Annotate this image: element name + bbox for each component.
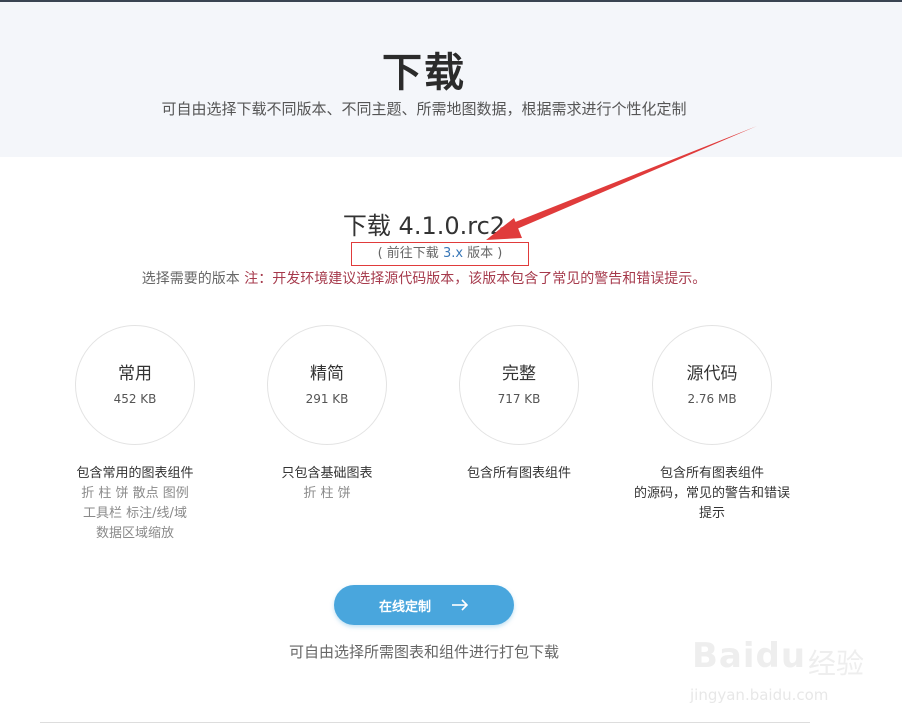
arrow-right-icon bbox=[452, 599, 469, 611]
version-title: 下载 4.1.0.rc2 bbox=[342, 212, 506, 240]
package-circle[interactable]: 常用 452 KB bbox=[75, 325, 195, 445]
bottom-divider bbox=[40, 722, 810, 723]
customize-button-label: 在线定制 bbox=[378, 599, 431, 615]
previous-version-link[interactable]: ( 前往下载 3.x 版本 ) bbox=[351, 242, 529, 266]
package-name: 完整 bbox=[502, 363, 536, 384]
package-desc-main: 包含所有图表组件 的源码，常见的警告和错误 提示 bbox=[633, 466, 790, 521]
package-name: 常用 bbox=[118, 363, 152, 384]
package-description: 只包含基础图表 折 柱 饼 bbox=[247, 464, 407, 504]
hero-banner: 下载 可自由选择下载不同版本、不同主题、所需地图数据，根据需求进行个性化定制 bbox=[0, 2, 902, 157]
watermark-logo: Baidu bbox=[692, 636, 807, 676]
package-description: 包含所有图表组件 的源码，常见的警告和错误 提示 bbox=[632, 464, 792, 524]
package-desc-sub: 折 柱 饼 bbox=[303, 486, 351, 501]
package-description: 包含常用的图表组件 折 柱 饼 散点 图例 工具栏 标注/线/域 数据区域缩放 bbox=[55, 464, 215, 544]
package-size: 717 KB bbox=[497, 391, 541, 406]
note-prefix: 选择需要的版本 bbox=[141, 271, 240, 287]
package-desc-main: 包含所有图表组件 bbox=[466, 466, 571, 481]
package-desc-sub: 工具栏 标注/线/域 bbox=[83, 506, 187, 521]
note-warning: 注：开发环境建议选择源代码版本，该版本包含了常见的警告和错误提示。 bbox=[239, 271, 707, 287]
watermark-url: jingyan.baidu.com bbox=[690, 686, 829, 704]
package-desc-main: 包含常用的图表组件 bbox=[76, 466, 194, 481]
page-subtitle: 可自由选择下载不同版本、不同主题、所需地图数据，根据需求进行个性化定制 bbox=[161, 100, 687, 118]
package-circle[interactable]: 完整 717 KB bbox=[459, 325, 579, 445]
prev-link-close: 版本 ) bbox=[463, 246, 503, 261]
package-card-simple[interactable]: 精简 291 KB 只包含基础图表 折 柱 饼 bbox=[247, 325, 407, 504]
package-card-full[interactable]: 完整 717 KB 包含所有图表组件 bbox=[439, 325, 599, 484]
version-note: 选择需要的版本 注：开发环境建议选择源代码版本，该版本包含了常见的警告和错误提示… bbox=[0, 268, 848, 288]
package-desc-sub: 数据区域缩放 bbox=[95, 526, 174, 541]
prev-version-number[interactable]: 3.x bbox=[443, 246, 463, 261]
package-size: 452 KB bbox=[113, 391, 157, 406]
package-description: 包含所有图表组件 bbox=[439, 464, 599, 484]
package-desc-sub: 折 柱 饼 散点 图例 bbox=[81, 486, 189, 501]
watermark-cn: 经验 bbox=[808, 647, 865, 680]
package-card-source[interactable]: 源代码 2.76 MB 包含所有图表组件 的源码，常见的警告和错误 提示 bbox=[632, 325, 792, 524]
package-circle[interactable]: 精简 291 KB bbox=[267, 325, 387, 445]
package-name: 精简 bbox=[310, 363, 344, 384]
package-size: 291 KB bbox=[305, 391, 349, 406]
package-name: 源代码 bbox=[686, 363, 738, 384]
online-customize-button[interactable]: 在线定制 bbox=[334, 585, 514, 625]
page-title: 下载 bbox=[382, 50, 466, 96]
baidu-jingyan-watermark: Baidu 经验 jingyan.baidu.com bbox=[690, 628, 890, 710]
package-desc-main: 只包含基础图表 bbox=[281, 466, 373, 481]
package-size: 2.76 MB bbox=[687, 391, 737, 406]
prev-link-open: ( 前往下载 bbox=[377, 246, 443, 261]
package-circle[interactable]: 源代码 2.76 MB bbox=[652, 325, 772, 445]
package-card-common[interactable]: 常用 452 KB 包含常用的图表组件 折 柱 饼 散点 图例 工具栏 标注/线… bbox=[55, 325, 215, 544]
